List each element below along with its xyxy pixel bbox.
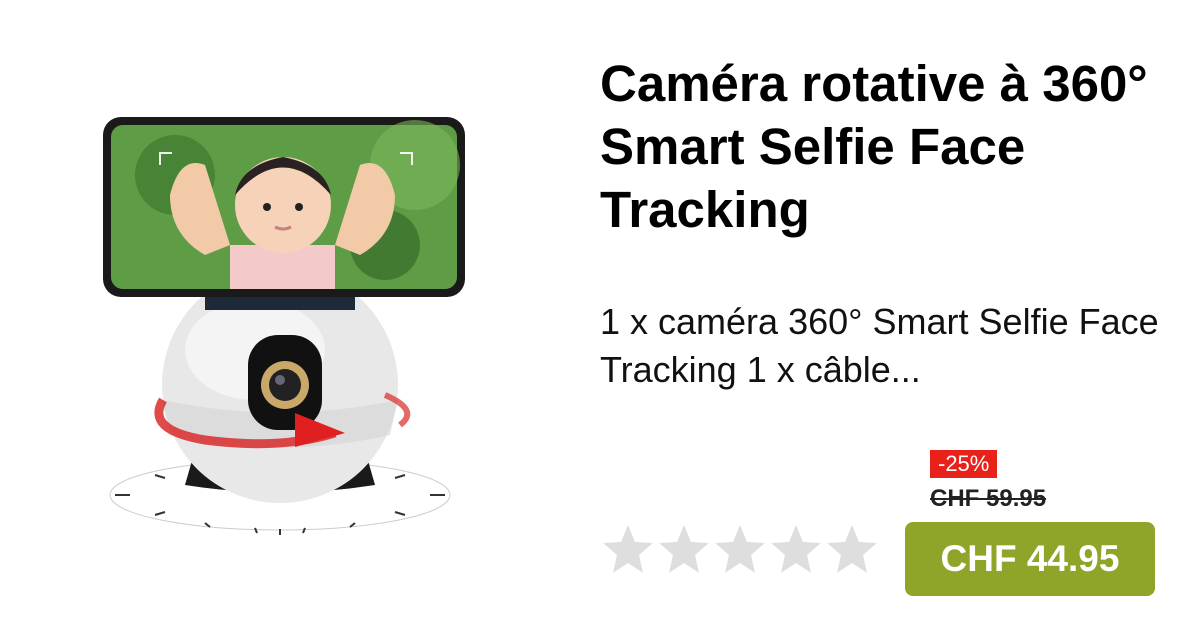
star-icon — [659, 525, 709, 573]
product-title: Caméra rotative à 360° Smart Selfie Face… — [600, 55, 1148, 238]
price-button[interactable]: CHF 44.95 — [905, 522, 1155, 596]
discount-badge: -25% — [930, 450, 998, 478]
star-icon — [827, 525, 877, 573]
star-icon — [771, 525, 821, 573]
star-rating — [600, 522, 880, 578]
product-image — [55, 95, 505, 565]
old-price: CHF 59.95 — [930, 485, 1047, 512]
product-description: 1 x caméra 360° Smart Selfie Face Tracki… — [600, 301, 1159, 390]
product-photo — [103, 117, 465, 535]
star-icon — [715, 525, 765, 573]
star-icon — [603, 525, 653, 573]
